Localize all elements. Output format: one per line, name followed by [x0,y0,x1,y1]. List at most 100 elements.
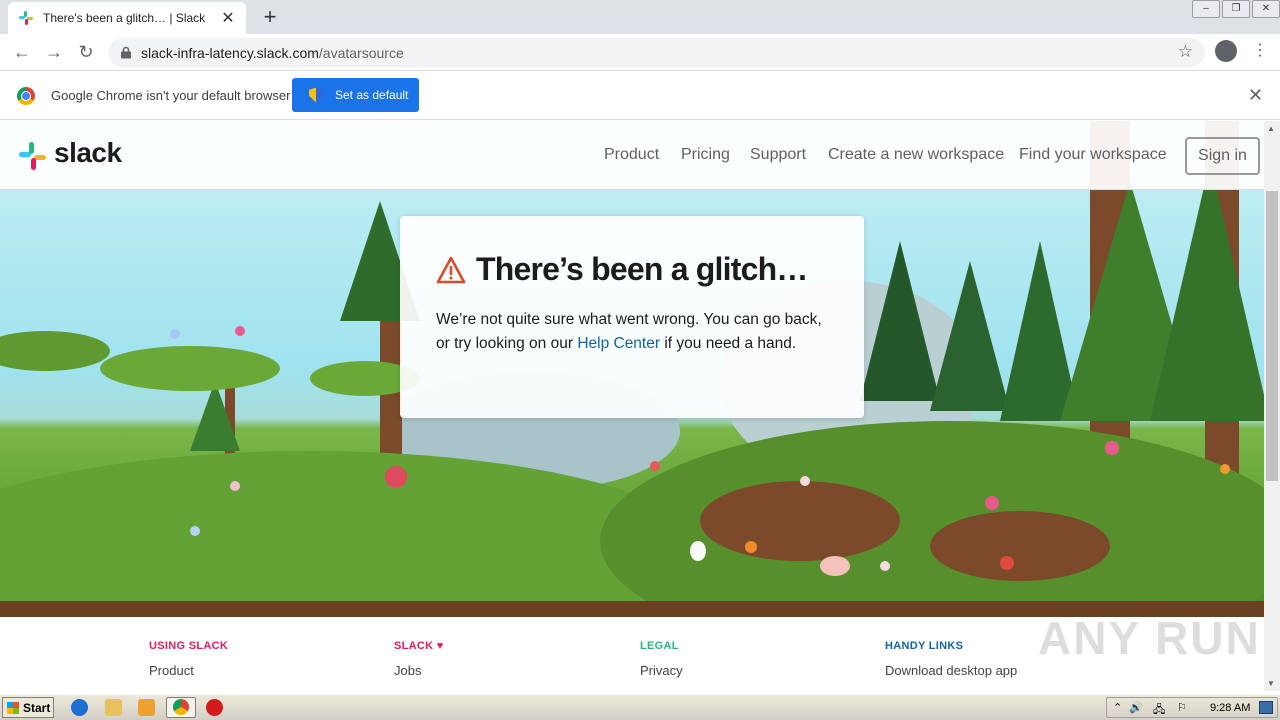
maximize-button[interactable]: ❐ [1222,0,1250,18]
flower [1220,464,1230,474]
footer-column-slack: SLACK ♥ Jobs [394,640,444,678]
error-message-tail: if you need a hand. [664,335,797,352]
error-title-row: There’s been a glitch… [436,251,828,288]
tab-strip: There's been a glitch… | Slack ✕ + – ❐ ✕ [0,0,1280,34]
pine-tree [930,261,1010,411]
chicken-character [690,541,706,561]
nav-support[interactable]: Support [750,146,806,164]
security-app-icon[interactable] [206,699,223,716]
footer-heading: SLACK ♥ [394,640,444,652]
pine-tree [860,241,940,401]
system-tray: ⌃ 🔊 🖧 ⚐ 9:28 AM [1106,697,1278,718]
footer-heading: USING SLACK [149,640,229,652]
flower [800,476,810,486]
chrome-taskbar-button[interactable] [166,697,196,718]
close-window-button[interactable]: ✕ [1252,0,1280,18]
footer-column-handy-links: HANDY LINKS Download desktop app [885,640,1017,678]
nav-pricing[interactable]: Pricing [681,146,730,164]
nav-create-workspace[interactable]: Create a new workspace [828,146,1004,164]
scroll-down-icon[interactable]: ▼ [1267,679,1275,688]
infobar-message: Google Chrome isn't your default browser [51,88,291,103]
pig-character [820,556,850,576]
profile-avatar-icon[interactable] [1215,40,1237,62]
error-card: There’s been a glitch… We’re not quite s… [400,216,864,418]
tray-expand-icon[interactable]: ⌃ [1113,701,1122,714]
address-bar[interactable]: slack-infra-latency.slack.com/avatarsour… [108,38,1205,67]
nav-product[interactable]: Product [604,146,659,164]
pine-tree [190,381,240,451]
tab-title: There's been a glitch… | Slack [43,11,206,25]
sign-in-button[interactable]: Sign in [1185,137,1260,175]
slack-wordmark[interactable]: slack [54,137,122,169]
dirt-mound [700,481,900,561]
flower [1000,556,1014,570]
windows-logo-icon [7,701,19,714]
nav-find-workspace[interactable]: Find your workspace [1019,146,1167,164]
forward-icon[interactable]: → [42,40,66,64]
set-as-default-button[interactable]: Set as default [292,78,419,112]
url-path: /avatarsource [318,44,404,61]
error-message: We’re not quite sure what went wrong. Yo… [436,308,828,356]
reload-icon[interactable]: ↻ [74,40,98,64]
flower [170,329,180,339]
internet-explorer-icon[interactable] [71,699,88,716]
scroll-up-icon[interactable]: ▲ [1267,124,1275,133]
set-as-default-label: Set as default [335,88,409,102]
flower [880,561,890,571]
site-header: slack Product Pricing Support Create a n… [0,121,1264,190]
start-label: Start [23,700,51,715]
back-icon[interactable]: ← [10,40,34,64]
minimize-button[interactable]: – [1192,0,1220,18]
page-viewport: slack Product Pricing Support Create a n… [0,121,1264,691]
floating-island [0,331,110,371]
footer-link-download[interactable]: Download desktop app [885,663,1017,678]
flower [650,461,660,471]
dirt-mound [930,511,1110,581]
infobar-close-icon[interactable]: ✕ [1248,85,1263,106]
start-button[interactable]: Start [2,697,54,718]
media-player-icon[interactable] [138,699,155,716]
scrollbar-thumb[interactable] [1266,191,1278,481]
footer-column-using-slack: USING SLACK Product [149,640,228,678]
flower [385,466,407,488]
footer-link-product[interactable]: Product [149,663,228,678]
footer-heading: HANDY LINKS [885,640,964,652]
slack-favicon-icon [18,10,34,26]
chrome-icon [173,699,189,715]
chrome-logo-icon [17,87,35,105]
error-title: There’s been a glitch… [476,251,808,287]
help-center-link[interactable]: Help Center [577,335,660,352]
warning-icon [436,256,466,283]
footer-link-jobs[interactable]: Jobs [394,663,444,678]
flower [235,326,245,336]
page-scrollbar[interactable]: ▲ ▼ [1264,121,1280,691]
flower [985,496,999,510]
browser-toolbar: ← → ↻ slack-infra-latency.slack.com/avat… [0,34,1280,71]
slack-logo-icon[interactable] [19,142,47,170]
action-center-flag-icon[interactable]: ⚐ [1177,701,1187,714]
window-controls: – ❐ ✕ [1190,0,1280,18]
pine-tree [1150,161,1264,421]
tab-close-icon[interactable]: ✕ [220,8,236,28]
anyrun-watermark: ANY RUN [1038,612,1261,664]
url-host: slack-infra-latency.slack.com [141,44,319,61]
shield-icon [309,87,323,103]
flower [230,481,240,491]
windows-taskbar: Start ⌃ 🔊 🖧 ⚐ 9:28 AM [0,694,1280,720]
volume-icon[interactable]: 🔊 [1129,701,1143,714]
tab-active[interactable]: There's been a glitch… | Slack ✕ [8,2,246,34]
footer-heading: LEGAL [640,640,679,652]
lock-icon [120,46,132,59]
floating-island [100,346,280,391]
taskbar-clock[interactable]: 9:28 AM [1210,702,1250,714]
default-browser-infobar: Google Chrome isn't your default browser… [0,71,1280,120]
network-icon[interactable]: 🖧 [1153,701,1165,720]
file-explorer-icon[interactable] [105,699,122,716]
bookmark-star-icon[interactable]: ☆ [1178,42,1193,62]
footer-column-legal: LEGAL Privacy [640,640,683,678]
flower [190,526,200,536]
footer-link-privacy[interactable]: Privacy [640,663,683,678]
new-tab-button[interactable]: + [260,4,280,30]
show-desktop-icon[interactable] [1259,701,1273,714]
browser-menu-icon[interactable]: ⋮ [1252,40,1268,62]
